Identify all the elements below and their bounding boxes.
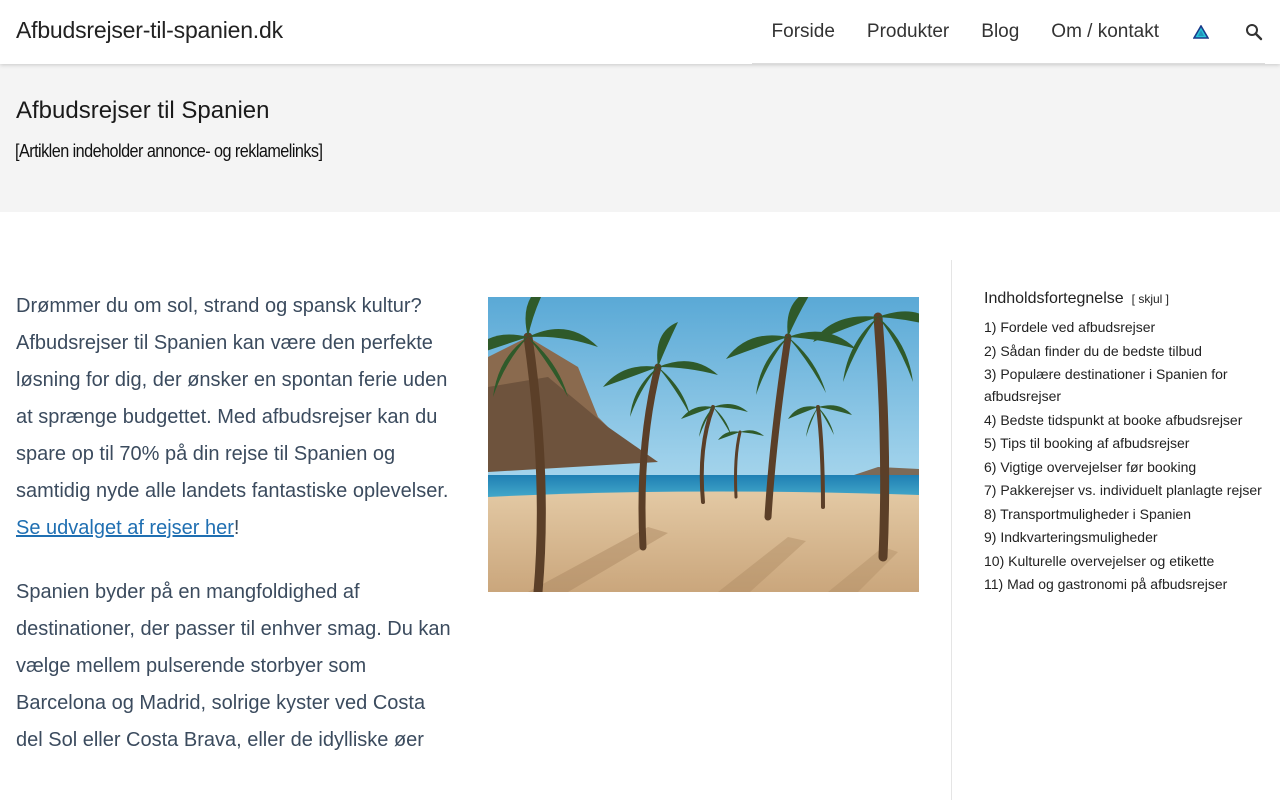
toc-item-link[interactable]: 5) Tips til booking af afbudsrejser <box>984 435 1189 451</box>
toc-item-link[interactable]: 10) Kulturelle overvejelser og etikette <box>984 553 1214 569</box>
site-title[interactable]: Afbudsrejser-til-spanien.dk <box>16 17 283 44</box>
site-header: Afbudsrejser-til-spanien.dk Forside Prod… <box>0 0 1280 64</box>
toc-item[interactable]: 3) Populære destinationer i Spanien for … <box>984 363 1264 407</box>
see-trips-link[interactable]: Se udvalget af rejser her <box>16 517 234 539</box>
nav-divider <box>752 63 1265 64</box>
toc-item-link[interactable]: 1) Fordele ved afbudsrejser <box>984 319 1155 335</box>
toc-item[interactable]: 7) Pakkerejser vs. individuelt planlagte… <box>984 479 1264 501</box>
intro-paragraph: Drømmer du om sol, strand og spansk kult… <box>16 288 456 547</box>
toc-item[interactable]: 8) Transportmuligheder i Spanien <box>984 503 1264 525</box>
ad-disclaimer: [Artiklen indeholder annonce- og reklame… <box>15 141 323 161</box>
triangle-logo-icon[interactable] <box>1191 22 1211 42</box>
toc-item[interactable]: 2) Sådan finder du de bedste tilbud <box>984 340 1264 362</box>
article-body: Drømmer du om sol, strand og spansk kult… <box>16 288 456 786</box>
toc-title: Indholdsfortegnelse <box>984 290 1124 307</box>
search-icon[interactable] <box>1244 22 1264 42</box>
toc-item-link[interactable]: 6) Vigtige overvejelser før booking <box>984 459 1196 475</box>
toc-item[interactable]: 5) Tips til booking af afbudsrejser <box>984 432 1264 454</box>
toc-item[interactable]: 4) Bedste tidspunkt at booke afbudsrejse… <box>984 409 1264 431</box>
toc-item[interactable]: 6) Vigtige overvejelser før booking <box>984 456 1264 478</box>
sidebar-divider <box>951 260 952 800</box>
nav-item-om-kontakt[interactable]: Om / kontakt <box>1051 21 1159 43</box>
destinations-paragraph: Spanien byder på en mangfoldighed af des… <box>16 581 451 751</box>
toc-item-link[interactable]: 7) Pakkerejser vs. individuelt planlagte… <box>984 482 1262 498</box>
toc-item-link[interactable]: 11) Mad og gastronomi på afbudsrejser <box>984 576 1227 592</box>
toc-list: 1) Fordele ved afbudsrejser 2) Sådan fin… <box>984 316 1264 595</box>
nav-item-forside[interactable]: Forside <box>772 21 835 43</box>
toc-item-link[interactable]: 9) Indkvarteringsmuligheder <box>984 529 1158 545</box>
beach-palm-image <box>488 297 919 592</box>
page-hero: Afbudsrejser til Spanien [Artiklen indeh… <box>0 64 1280 212</box>
intro-text: Drømmer du om sol, strand og spansk kult… <box>16 295 449 502</box>
toc-item-link[interactable]: 2) Sådan finder du de bedste tilbud <box>984 343 1202 359</box>
toc-hide-toggle[interactable]: [ skjul ] <box>1132 292 1169 306</box>
toc-header: Indholdsfortegnelse [ skjul ] <box>984 290 1264 308</box>
nav-item-produkter[interactable]: Produkter <box>867 21 949 43</box>
main-nav: Forside Produkter Blog Om / kontakt <box>772 0 1280 64</box>
toc-item[interactable]: 1) Fordele ved afbudsrejser <box>984 316 1264 338</box>
toc-item[interactable]: 9) Indkvarteringsmuligheder <box>984 526 1264 548</box>
toc-item-link[interactable]: 8) Transportmuligheder i Spanien <box>984 506 1191 522</box>
toc-item[interactable]: 11) Mad og gastronomi på afbudsrejser <box>984 573 1264 595</box>
page-title: Afbudsrejser til Spanien <box>16 97 270 124</box>
nav-item-blog[interactable]: Blog <box>981 21 1019 43</box>
toc-item-link[interactable]: 4) Bedste tidspunkt at booke afbudsrejse… <box>984 412 1242 428</box>
table-of-contents: Indholdsfortegnelse [ skjul ] 1) Fordele… <box>984 290 1264 597</box>
intro-end: ! <box>233 517 240 539</box>
toc-item[interactable]: 10) Kulturelle overvejelser og etikette <box>984 550 1264 572</box>
toc-item-link[interactable]: 3) Populære destinationer i Spanien for … <box>984 366 1228 404</box>
